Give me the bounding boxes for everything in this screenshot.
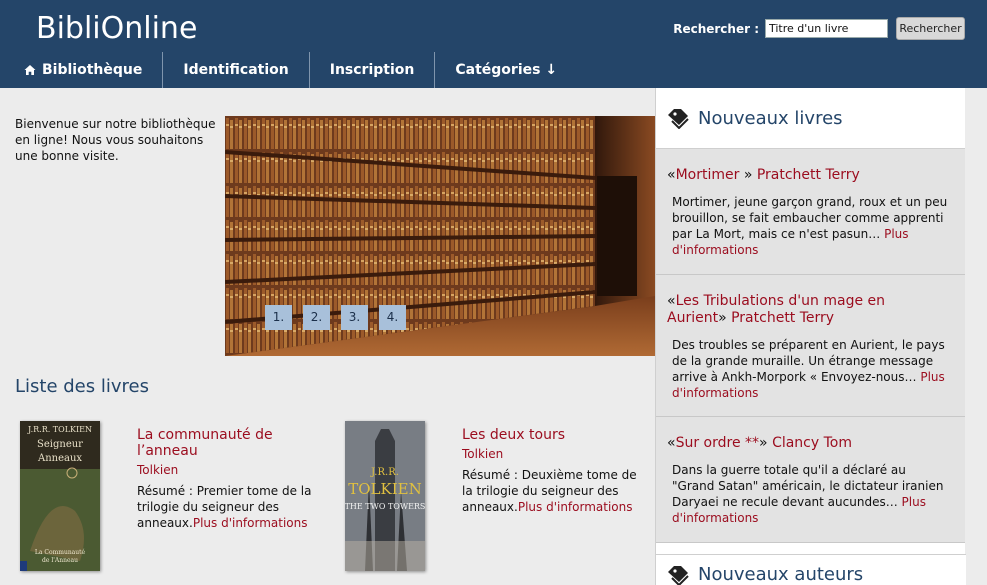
svg-text:Seigneur: Seigneur [37,439,83,450]
new-book-author[interactable]: Pratchett Terry [731,310,834,326]
nav-label: Bibliothèque [42,62,143,78]
new-book-heading: «Mortimer » Pratchett Terry [667,167,949,184]
more-info-link[interactable]: Plus d'informations [193,516,308,530]
book-cover-image[interactable]: J.R.R. TOLKIEN THE TWO TOWERS [345,421,425,571]
book-author[interactable]: Tolkien [137,463,178,477]
cover-title: THE TWO TOWERS [345,502,425,511]
new-book-heading: «Les Tribulations d'un mage en Aurient» … [667,293,949,327]
quote-close: » [739,167,753,183]
more-info-link[interactable]: Plus d'informations [518,500,633,514]
header: BibliOnline Rechercher : Rechercher Bibl… [0,0,987,88]
new-book-item: «Mortimer » Pratchett Terry Mortimer, je… [656,149,965,275]
tag-icon [668,565,689,585]
new-book-title[interactable]: Sur ordre ** [676,435,759,451]
nav-label: Inscription [329,62,415,78]
new-book-item: «Sur ordre **» Clancy Tom Dans la guerre… [656,417,965,543]
slider-pagination: 1. 2. 3. 4. [265,305,406,330]
slider-dot-2[interactable]: 2. [303,305,330,330]
new-book-heading: «Sur ordre **» Clancy Tom [667,435,949,452]
new-book-author[interactable]: Clancy Tom [772,435,852,451]
svg-text:La Communauté: La Communauté [35,549,86,556]
nav-item-categories[interactable]: Catégories ↓ [435,52,577,88]
svg-text:de l'Anneau: de l'Anneau [42,557,78,564]
new-books-title: Nouveaux livres [698,107,843,129]
book-summary: Résumé : Premier tome de la trilogie du … [137,483,312,531]
new-book-desc: Dans la guerre totale qu'il a déclaré au… [667,462,949,526]
main-nav: Bibliothèque Identification Inscription … [0,52,577,88]
new-authors-title: Nouveaux auteurs [698,564,864,585]
book-summary: Résumé : Deuxième tome de la trilogie du… [462,467,640,515]
nav-item-identification[interactable]: Identification [163,52,310,88]
search-bar: Rechercher : Rechercher [673,17,965,40]
nav-item-inscription[interactable]: Inscription [310,52,436,88]
desc-text: Des troubles se préparent en Aurient, le… [672,338,945,384]
new-book-title[interactable]: Mortimer [676,167,740,183]
cover-author: TOLKIEN [348,480,421,498]
new-books-header: Nouveaux livres [656,88,965,149]
books-section-title: Liste des livres [15,376,149,397]
site-logo[interactable]: BibliOnline [36,11,197,46]
home-icon [24,65,36,75]
slider-dot-3[interactable]: 3. [341,305,368,330]
nav-label: Identification [183,62,289,78]
new-authors-header: Nouveaux auteurs [656,554,966,585]
new-book-desc: Des troubles se préparent en Aurient, le… [667,337,949,401]
new-book-desc: Mortimer, jeune garçon grand, roux et un… [667,194,949,258]
quote-close: » [759,435,768,451]
svg-text:Anneaux: Anneaux [37,453,82,464]
nav-item-bibliotheque[interactable]: Bibliothèque [0,52,164,88]
welcome-text: Bienvenue sur notre bibliothèque en lign… [15,117,216,163]
sidebar: Nouveaux livres «Mortimer » Pratchett Te… [655,88,966,585]
slider-dot-1[interactable]: 1. [265,305,292,330]
quote-open: « [667,167,676,183]
book-title[interactable]: Les deux tours [462,427,632,443]
search-button[interactable]: Rechercher [896,17,965,40]
new-book-item: «Les Tribulations d'un mage en Aurient» … [656,275,965,417]
svg-text:J.R.R.: J.R.R. [370,467,399,478]
image-slider: 1. 2. 3. 4. [225,116,655,356]
search-label: Rechercher : [673,21,759,36]
slider-dot-4[interactable]: 4. [379,305,406,330]
new-book-author[interactable]: Pratchett Terry [757,167,860,183]
nav-label: Catégories ↓ [455,62,558,78]
quote-close: » [718,310,727,326]
cover-author: J.R.R. TOLKIEN [27,425,92,434]
book-title[interactable]: La communauté de l’anneau [137,427,297,459]
quote-open: « [667,293,676,309]
book-cover-image[interactable]: J.R.R. TOLKIEN Seigneur Anneaux La Commu… [20,421,100,571]
quote-open: « [667,435,676,451]
book-author[interactable]: Tolkien [462,447,503,461]
search-input[interactable] [765,19,888,38]
tag-icon [668,109,689,129]
